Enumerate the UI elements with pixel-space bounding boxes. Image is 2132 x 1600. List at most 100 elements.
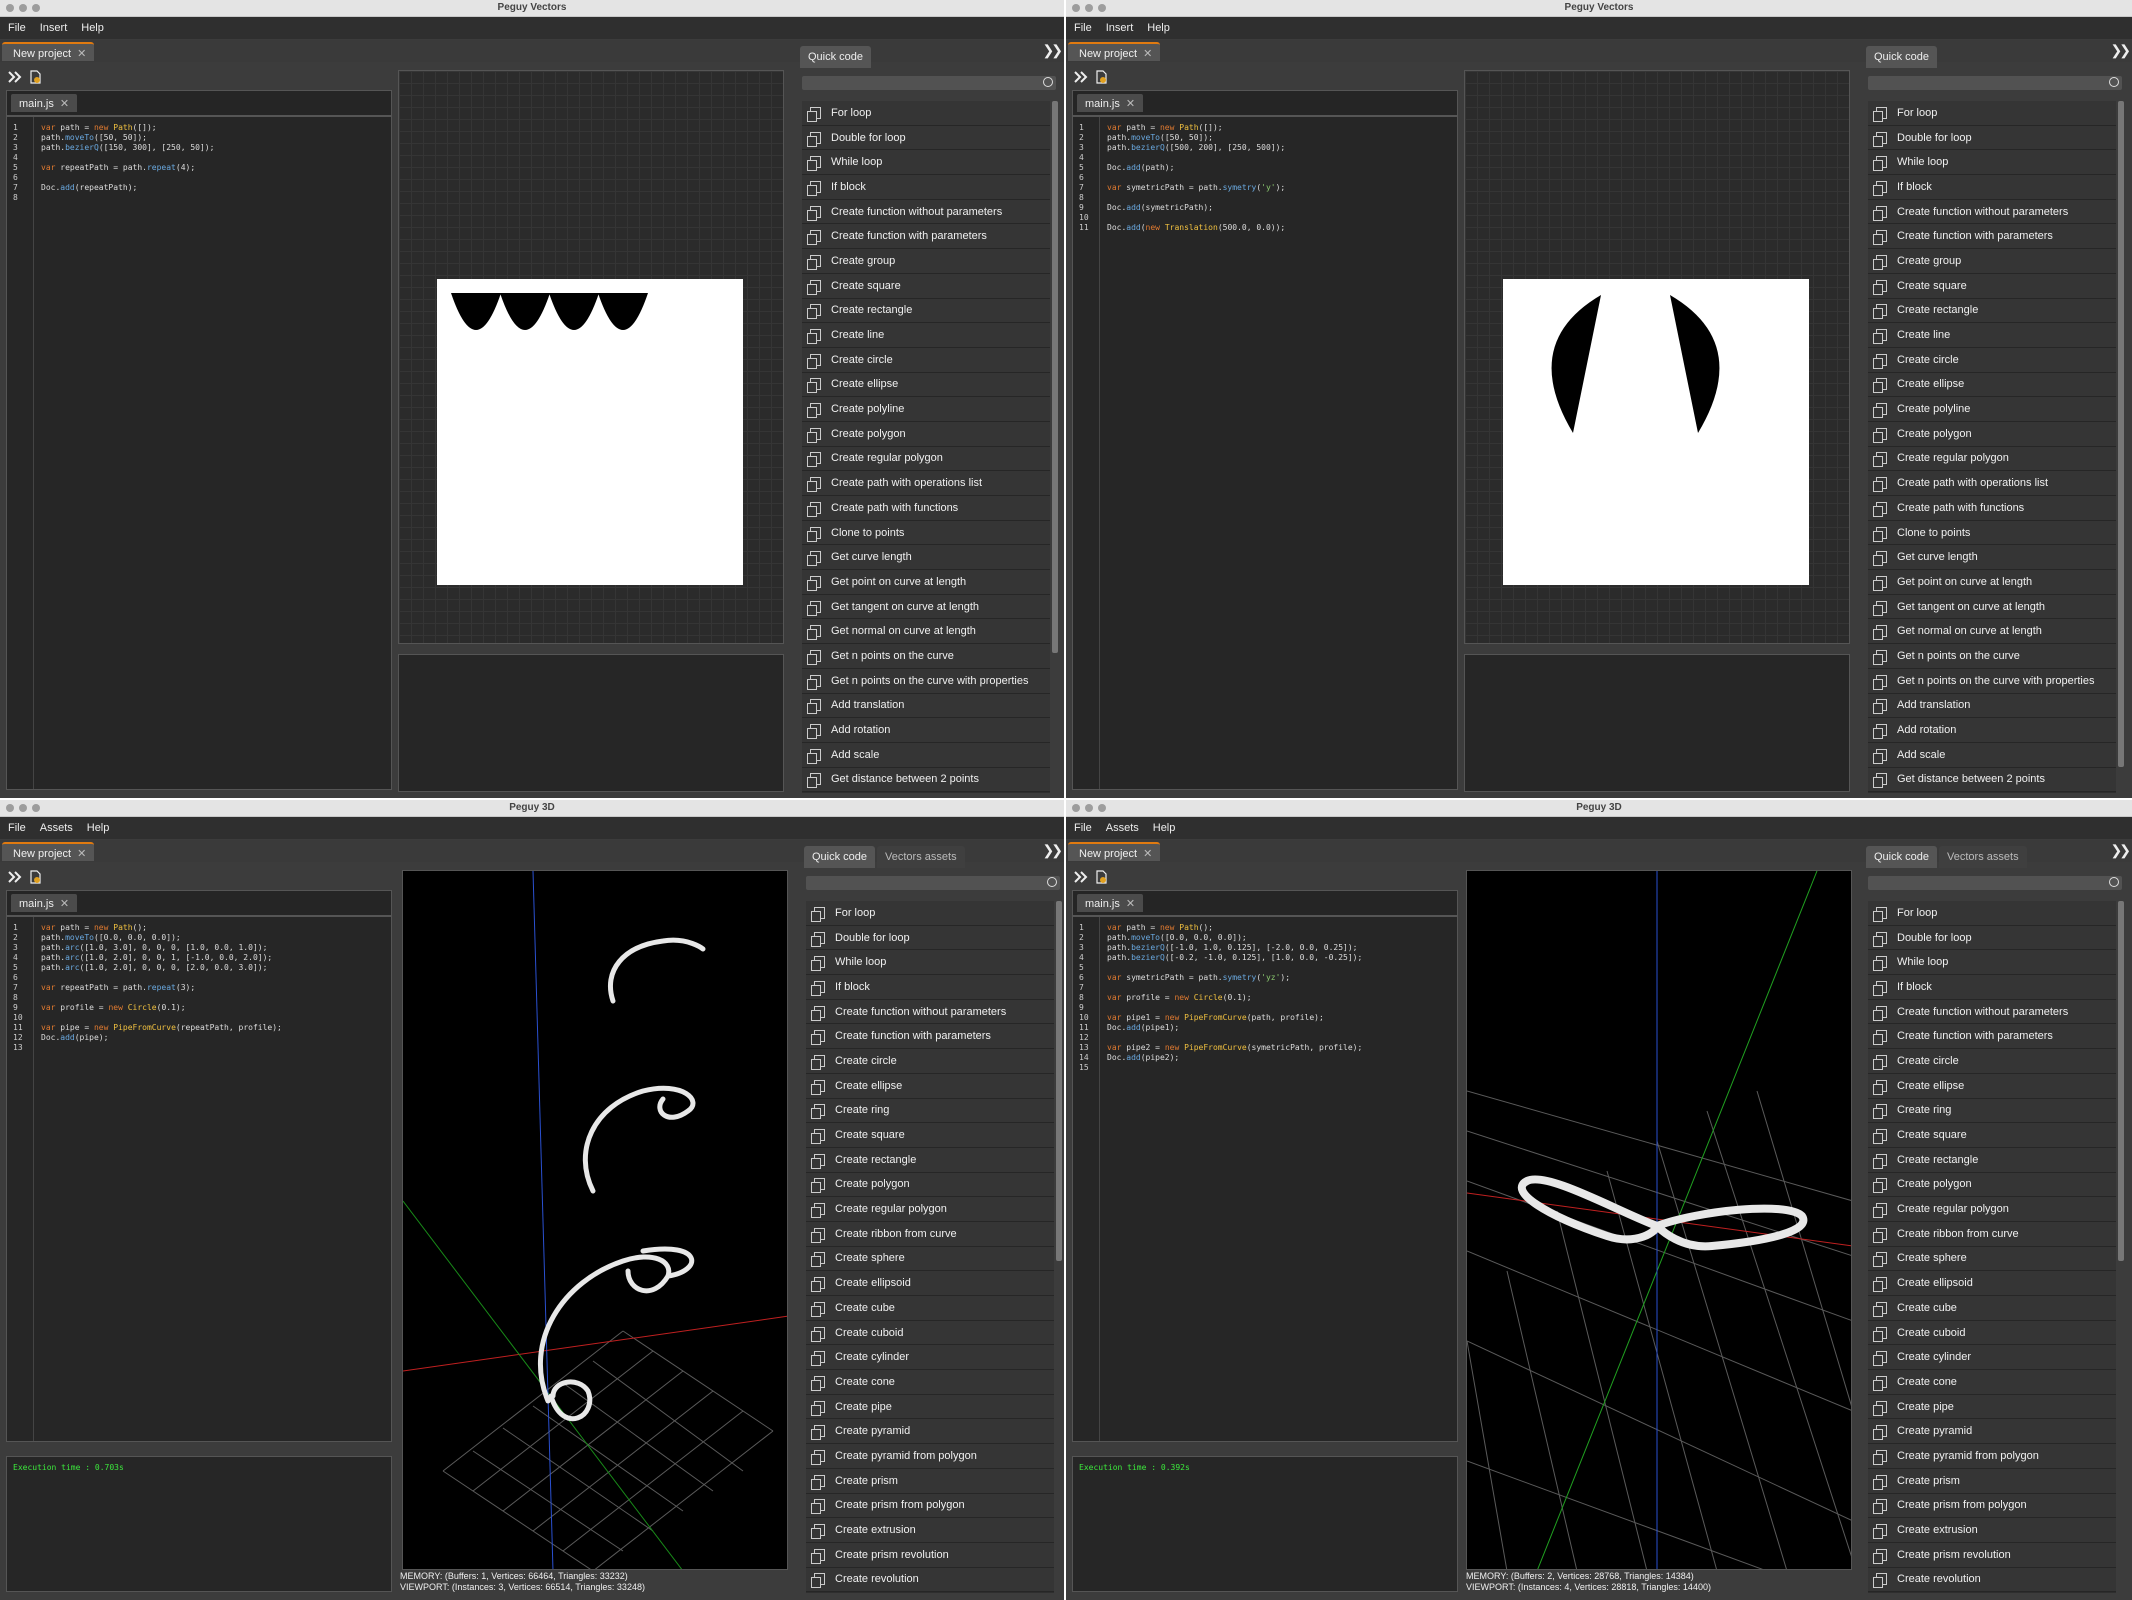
menu-file[interactable]: File [1074, 22, 1092, 34]
project-tab[interactable]: New project ✕ [1068, 42, 1161, 61]
quick-code-item[interactable]: Get n points on the curve [802, 644, 1050, 669]
close-icon[interactable]: ✕ [60, 98, 69, 110]
quick-code-item[interactable]: Get tangent on curve at length [1868, 594, 2116, 620]
code-lines[interactable]: var path = new Path(); path.moveTo([0.0, … [41, 923, 387, 1053]
quick-code-item[interactable]: Get n points on the curve with propertie… [802, 668, 1050, 694]
tab-quick-code[interactable]: Quick code [1866, 46, 1938, 68]
code-line[interactable] [1107, 963, 1453, 973]
quick-code-item[interactable]: While loop [802, 150, 1050, 176]
quick-code-item[interactable]: Create sphere [1868, 1246, 2116, 1272]
quick-code-item[interactable]: Create regular polygon [1868, 1197, 2116, 1222]
quick-code-item[interactable]: Create pyramid [1868, 1419, 2116, 1445]
new-file-icon[interactable] [28, 70, 42, 84]
code-line[interactable]: Doc.add(symetricPath); [1107, 203, 1453, 213]
editor-tab[interactable]: main.js ✕ [11, 894, 78, 912]
code-lines[interactable]: var path = new Path([]); path.moveTo([50,… [1107, 123, 1453, 233]
quick-code-item[interactable]: Create function without parameters [806, 999, 1054, 1025]
code-line[interactable] [1107, 983, 1453, 993]
canvas-2d-viewport[interactable] [398, 70, 784, 644]
quick-code-item[interactable]: Create square [1868, 273, 2116, 299]
quick-code-item[interactable]: Create cylinder [806, 1345, 1054, 1371]
code-editor[interactable]: main.js ✕ 1 2 3 4 5 6 7 8 9 10 11 var path = new Pa… [1072, 90, 1458, 790]
menu-file[interactable]: File [8, 22, 26, 34]
quick-code-item[interactable]: Create rectangle [806, 1147, 1054, 1173]
code-lines[interactable]: var path = new Path([]); path.moveTo([50,… [41, 123, 387, 203]
quick-code-item[interactable]: For loop [1868, 901, 2116, 926]
editor-tab[interactable]: main.js ✕ [1077, 94, 1144, 112]
quick-code-item[interactable]: Create rectangle [802, 298, 1050, 324]
quick-code-item[interactable]: Create group [1868, 249, 2116, 274]
search-icon[interactable] [2109, 877, 2119, 887]
close-icon[interactable]: ✕ [1126, 98, 1135, 110]
quick-code-item[interactable]: Create extrusion [806, 1518, 1054, 1543]
search-icon[interactable] [1043, 77, 1053, 87]
code-line[interactable]: path.moveTo([50, 50]); [41, 133, 387, 143]
quick-code-item[interactable]: Get normal on curve at length [802, 619, 1050, 645]
quick-code-list[interactable]: For loop Double for loop While loop If bloc… [1868, 901, 2116, 1593]
code-line[interactable]: var profile = new Circle(0.1); [1107, 993, 1453, 1003]
code-line[interactable] [1107, 153, 1453, 163]
code-line[interactable]: var profile = new Circle(0.1); [41, 1003, 387, 1013]
quick-code-list[interactable]: For loop Double for loop While loop If bloc… [806, 901, 1054, 1593]
code-line[interactable] [1107, 173, 1453, 183]
menu-assets[interactable]: Assets [40, 822, 73, 834]
code-line[interactable] [41, 993, 387, 1003]
tab-vectors-assets[interactable]: Vectors assets [877, 846, 965, 868]
quick-code-item[interactable]: Create prism from polygon [806, 1493, 1054, 1519]
quick-code-item[interactable]: Create path with operations list [1868, 471, 2116, 496]
quick-code-list[interactable]: For loop Double for loop While loop If bloc… [802, 101, 1050, 793]
code-area[interactable]: 1 2 3 4 5 6 7 8 9 10 11 var path = new Path([]); pa… [1073, 115, 1457, 789]
code-line[interactable]: var symetricPath = path.symetry('yz'); [1107, 973, 1453, 983]
close-icon[interactable]: ✕ [1143, 48, 1152, 60]
quick-code-item[interactable]: Clone to points [1868, 520, 2116, 546]
quick-code-item[interactable]: Create prism revolution [806, 1542, 1054, 1568]
quick-code-item[interactable]: Clone to points [802, 520, 1050, 546]
quick-code-item[interactable]: Create prism [806, 1468, 1054, 1494]
code-line[interactable]: path.bezierQ([500, 200], [250, 500]); [1107, 143, 1453, 153]
code-lines[interactable]: var path = new Path(); path.moveTo([0.0, … [1107, 923, 1453, 1073]
quick-code-item[interactable]: Get point on curve at length [1868, 570, 2116, 595]
quick-code-item[interactable]: Get distance between 2 points [802, 767, 1050, 793]
code-line[interactable] [1107, 213, 1453, 223]
menu-help[interactable]: Help [1147, 22, 1170, 34]
code-line[interactable]: path.bezierQ([-0.2, -1.0, 0.125], [1.0, … [1107, 953, 1453, 963]
quick-code-item[interactable]: Create circle [802, 347, 1050, 373]
code-editor[interactable]: main.js ✕ 1 2 3 4 5 6 7 8 9 10 11 12 13 14 15 var path … [1072, 890, 1458, 1442]
canvas-2d-viewport[interactable] [1464, 70, 1850, 644]
quick-code-item[interactable]: Create pyramid from polygon [806, 1444, 1054, 1469]
quick-code-item[interactable]: Create regular polygon [1868, 446, 2116, 472]
quick-code-item[interactable]: Create polyline [802, 397, 1050, 422]
close-icon[interactable]: ✕ [1143, 848, 1152, 860]
quick-code-item[interactable]: Create extrusion [1868, 1518, 2116, 1543]
code-line[interactable] [41, 193, 387, 203]
menu-file[interactable]: File [1074, 822, 1092, 834]
code-line[interactable]: path.arc([1.0, 2.0], 0, 0, 0, [2.0, 0.0,… [41, 963, 387, 973]
quick-code-item[interactable]: Create line [1868, 323, 2116, 348]
code-line[interactable]: var path = new Path(); [1107, 923, 1453, 933]
3d-viewport[interactable] [1466, 870, 1852, 1570]
quick-code-item[interactable]: Create cone [1868, 1370, 2116, 1395]
scrollbar[interactable] [1052, 101, 1058, 653]
quick-code-item[interactable]: Get n points on the curve [1868, 644, 2116, 669]
quick-code-item[interactable]: Create rectangle [1868, 1147, 2116, 1173]
quick-code-item[interactable]: Create function with parameters [802, 224, 1050, 250]
close-icon[interactable]: ✕ [1126, 898, 1135, 910]
code-line[interactable]: Doc.add(path); [1107, 163, 1453, 173]
code-area[interactable]: 12345678 var path = new Path([]); path.mo… [7, 115, 391, 789]
quick-code-item[interactable]: Add rotation [802, 718, 1050, 743]
quick-code-item[interactable]: Get normal on curve at length [1868, 619, 2116, 645]
code-line[interactable]: Doc.add(repeatPath); [41, 183, 387, 193]
quick-code-item[interactable]: Double for loop [806, 925, 1054, 951]
code-line[interactable] [1107, 193, 1453, 203]
menu-insert[interactable]: Insert [40, 22, 68, 34]
tab-quick-code[interactable]: Quick code [800, 46, 872, 68]
menu-file[interactable]: File [8, 822, 26, 834]
quick-code-item[interactable]: Create ellipsoid [1868, 1271, 2116, 1296]
quick-code-item[interactable]: Create prism [1868, 1468, 2116, 1494]
quick-code-search[interactable] [802, 76, 1056, 90]
3d-viewport[interactable] [402, 870, 788, 1570]
quick-code-item[interactable]: For loop [806, 901, 1054, 926]
quick-code-item[interactable]: Create cylinder [1868, 1345, 2116, 1371]
quick-code-item[interactable]: If block [806, 975, 1054, 1000]
quick-code-item[interactable]: Create rectangle [1868, 298, 2116, 324]
